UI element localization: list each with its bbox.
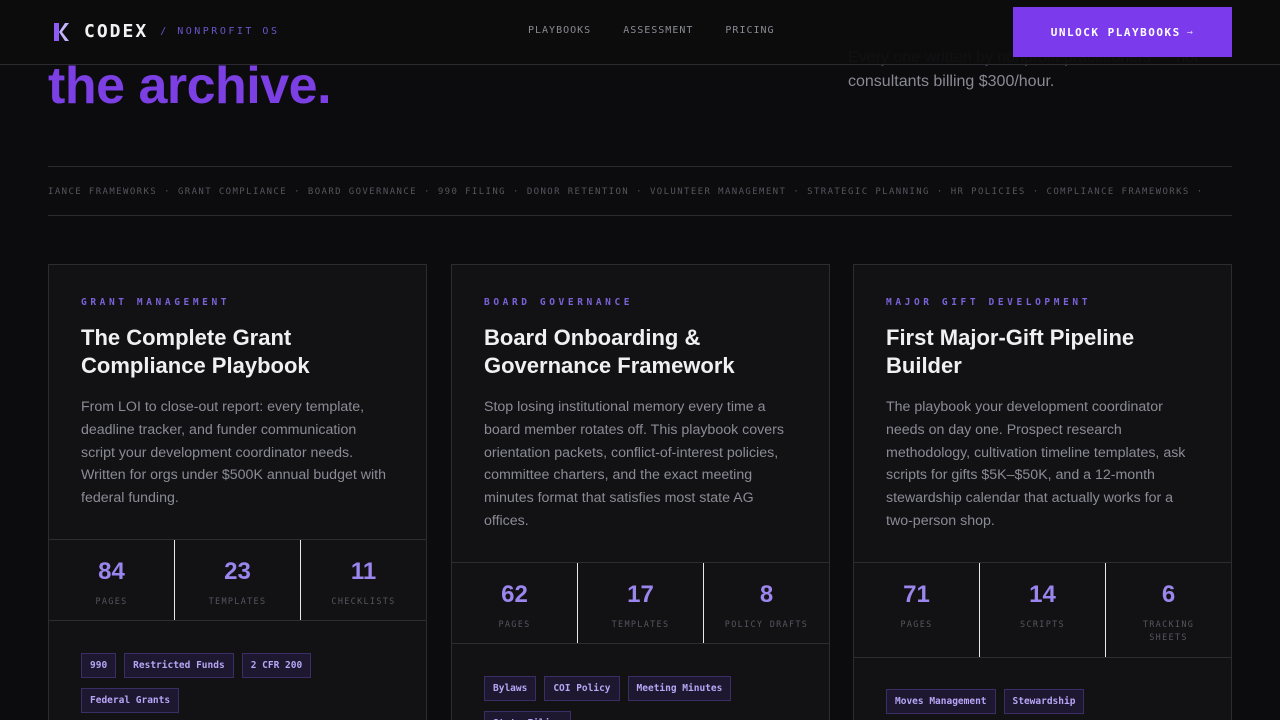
tag[interactable]: 990 — [81, 653, 117, 678]
stat-label: TRACKING SHEETS — [1142, 620, 1195, 643]
ticker-separator: · — [423, 187, 431, 197]
playbook-card[interactable]: BOARD GOVERNANCE Board Onboarding & Gover… — [451, 264, 830, 720]
stat-value: 23 — [224, 558, 251, 585]
tag[interactable]: Federal Grants — [81, 688, 180, 713]
ticker-separator: · — [936, 187, 944, 197]
ticker-item: BOARD GOVERNANCE — [307, 187, 417, 197]
stat: 8 POLICY DRAFTS — [703, 563, 829, 643]
stat-value: 17 — [627, 581, 654, 608]
arrow-right-icon: → — [1186, 26, 1195, 38]
card-stats: 84 PAGES 23 TEMPLATES 11 CHECKLISTS — [49, 539, 426, 621]
stat-value: 71 — [903, 581, 930, 608]
stat-label: POLICY DRAFTS — [724, 620, 809, 630]
stat: 71 PAGES — [854, 563, 979, 657]
brand-k-icon — [52, 22, 70, 42]
tag[interactable]: Moves Management — [886, 689, 996, 714]
unlock-playbooks-button[interactable]: UNLOCK PLAYBOOKS → — [1013, 7, 1232, 57]
stat-label: PAGES — [95, 597, 128, 607]
card-tags: Bylaws COI Policy Meeting Minutes State Fil… — [484, 676, 809, 720]
brand-subtitle: / NONPROFIT OS — [160, 26, 280, 37]
ticker-item: DONOR RETENTION — [526, 187, 630, 197]
page: the archive. Every one written by nonpro… — [0, 0, 1280, 720]
card-tags: 990 Restricted Funds 2 CFR 200 Federal Gran… — [81, 653, 406, 713]
stat: 84 PAGES — [49, 540, 174, 620]
playbook-card[interactable]: GRANT MANAGEMENT The Complete Grant Compl… — [48, 264, 427, 720]
ticker-separator: · — [1196, 187, 1204, 197]
tag[interactable]: Restricted Funds — [124, 653, 234, 678]
main-nav: PLAYBOOKS ASSESSMENT PRICING — [528, 25, 775, 36]
ticker-item: HR POLICIES — [950, 187, 1026, 197]
stat-value: 14 — [1029, 581, 1056, 608]
topic-ticker: IANCE FRAMEWORKS · GRANT COMPLIANCE · BOARD … — [48, 166, 1232, 216]
stat-value: 6 — [1161, 581, 1176, 608]
card-stats: 71 PAGES 14 SCRIPTS 6 TRACKING SHEETS — [854, 562, 1231, 658]
stat: 14 SCRIPTS — [979, 563, 1105, 657]
card-description: Stop losing institutional memory every t… — [484, 399, 784, 529]
stat: 17 TEMPLATES — [577, 563, 703, 643]
card-body: GRANT MANAGEMENT The Complete Grant Compl… — [49, 265, 426, 510]
ticker-separator: · — [513, 187, 520, 197]
stat-label: PAGES — [900, 620, 933, 630]
card-tags: Moves Management Stewardship — [886, 689, 1211, 714]
stat-value: 84 — [98, 558, 125, 585]
ticker-separator: · — [294, 187, 301, 197]
ticker-separator: · — [1032, 187, 1040, 197]
ticker-item: IANCE FRAMEWORKS — [48, 187, 158, 197]
ticker-separator: · — [164, 187, 171, 197]
nav-pricing[interactable]: PRICING — [725, 25, 774, 36]
ticker-item: 990 FILING — [437, 187, 506, 197]
nav-assessment[interactable]: ASSESSMENT — [623, 25, 693, 36]
stat-label: SCRIPTS — [1020, 620, 1065, 630]
ticker-track: IANCE FRAMEWORKS · GRANT COMPLIANCE · BOARD … — [48, 187, 1211, 197]
stat-label: CHECKLISTS — [331, 597, 396, 607]
card-stats: 62 PAGES 17 TEMPLATES 8 POLICY DRAFTS — [452, 562, 829, 644]
stat: 23 TEMPLATES — [174, 540, 300, 620]
ticker-item: VOLUNTEER MANAGEMENT — [649, 187, 787, 197]
card-title: The Complete Grant Compliance Playbook — [81, 325, 310, 378]
hero-title: the archive. — [48, 57, 332, 115]
tag[interactable]: COI Policy — [544, 676, 620, 701]
logo[interactable]: CODEX / NONPROFIT OS — [52, 21, 279, 42]
card-body: MAJOR GIFT DEVELOPMENT First Major-Gift P… — [854, 265, 1231, 533]
ticker-separator: · — [636, 187, 643, 197]
stat-label: TEMPLATES — [208, 597, 267, 607]
stat-label: PAGES — [498, 620, 531, 630]
ticker-separator: · — [793, 187, 801, 197]
stat: 62 PAGES — [452, 563, 577, 643]
tag[interactable]: Stewardship — [1003, 689, 1085, 714]
card-body: BOARD GOVERNANCE Board Onboarding & Gover… — [452, 265, 829, 533]
stat-value: 8 — [759, 581, 774, 608]
card-category: MAJOR GIFT DEVELOPMENT — [886, 297, 1092, 308]
tag[interactable]: 2 CFR 200 — [241, 653, 312, 678]
tag[interactable]: State Filing — [484, 711, 571, 720]
stat-value: 62 — [501, 581, 528, 608]
ticker-item: GRANT COMPLIANCE — [177, 187, 288, 197]
tag[interactable]: Meeting Minutes — [627, 676, 732, 701]
nav-playbooks[interactable]: PLAYBOOKS — [528, 25, 591, 36]
card-title: First Major-Gift Pipeline Builder — [886, 325, 1135, 378]
stat: 11 CHECKLISTS — [300, 540, 426, 620]
cta-label: UNLOCK PLAYBOOKS — [1050, 25, 1181, 39]
card-description: The playbook your development coordinato… — [886, 399, 1186, 529]
card-category: GRANT MANAGEMENT — [81, 297, 231, 308]
card-title: Board Onboarding & Governance Framework — [484, 325, 735, 378]
card-description: From LOI to close-out report: every temp… — [81, 399, 386, 507]
site-header: CODEX / NONPROFIT OS PLAYBOOKS ASSESSMEN… — [0, 0, 1280, 65]
stat-label: TEMPLATES — [611, 620, 670, 630]
stat-value: 11 — [350, 558, 377, 585]
tag[interactable]: Bylaws — [484, 676, 537, 701]
stat: 6 TRACKING SHEETS — [1105, 563, 1231, 657]
ticker-item: STRATEGIC PLANNING — [807, 187, 930, 197]
brand-name: CODEX — [84, 21, 149, 42]
playbook-card[interactable]: MAJOR GIFT DEVELOPMENT First Major-Gift P… — [853, 264, 1232, 720]
card-category: BOARD GOVERNANCE — [484, 297, 634, 308]
ticker-item: COMPLIANCE FRAMEWORKS — [1046, 187, 1190, 197]
